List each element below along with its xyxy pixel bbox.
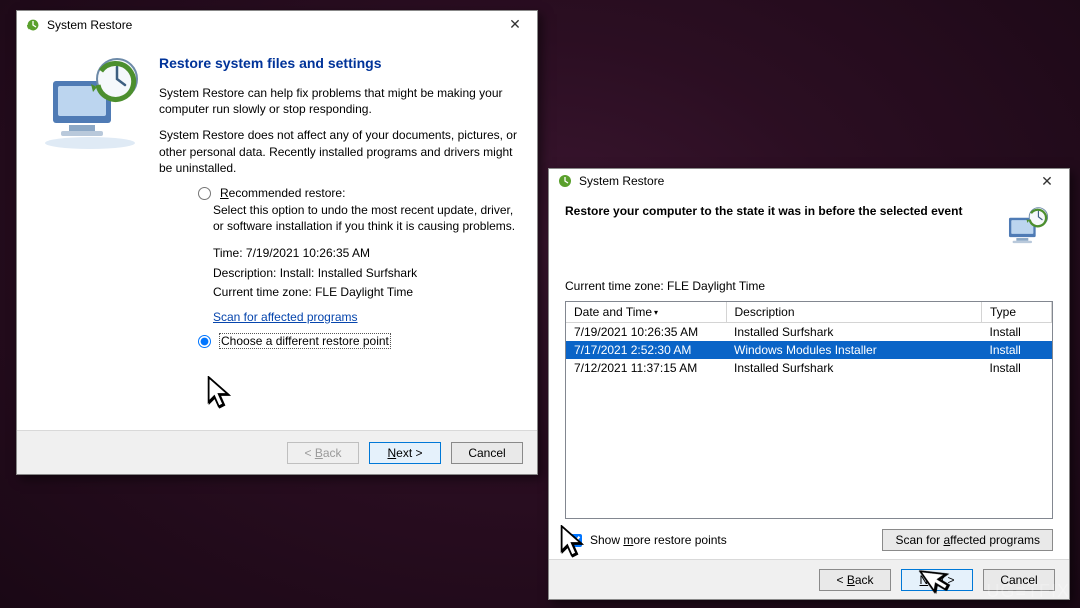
- recommended-restore-desc: Select this option to undo the most rece…: [213, 202, 519, 234]
- table-row[interactable]: 7/17/2021 2:52:30 AMWindows Modules Inst…: [566, 341, 1052, 359]
- info-time-value: 7/19/2021 10:26:35 AM: [246, 246, 370, 260]
- restore-list-heading: Restore your computer to the state it wa…: [565, 204, 989, 218]
- cell-desc: Installed Surfshark: [726, 359, 982, 377]
- watermark: UG≡TFIX: [987, 581, 1071, 602]
- cell-type: Install: [982, 359, 1052, 377]
- col-date[interactable]: Date and Time▾: [566, 302, 726, 323]
- recommended-restore-radio[interactable]: [198, 187, 211, 200]
- back-button[interactable]: < Back: [819, 569, 891, 591]
- window-title: System Restore: [579, 174, 1029, 188]
- wizard-body: Restore system files and settings System…: [17, 39, 537, 430]
- close-button[interactable]: ✕: [497, 13, 533, 37]
- system-restore-icon: [557, 173, 573, 189]
- wizard-button-row: < Back Next > Cancel: [17, 430, 537, 474]
- close-button[interactable]: ✕: [1029, 169, 1065, 193]
- cell-dt: 7/17/2021 2:52:30 AM: [566, 341, 726, 359]
- cell-type: Install: [982, 341, 1052, 359]
- titlebar[interactable]: System Restore ✕: [549, 169, 1069, 194]
- info-desc-value: Install: Installed Surfshark: [280, 266, 417, 280]
- cancel-button[interactable]: Cancel: [451, 442, 523, 464]
- col-desc[interactable]: Description: [726, 302, 982, 323]
- info-time-label: Time:: [213, 246, 243, 260]
- scan-affected-button[interactable]: Scan for affected programs: [882, 529, 1053, 551]
- info-tz-value: FLE Daylight Time: [315, 285, 413, 299]
- show-more-checkbox[interactable]: [569, 534, 582, 547]
- show-more-restore-points[interactable]: Show more restore points: [565, 531, 727, 550]
- next-button[interactable]: Next >: [369, 442, 441, 464]
- cell-desc: Installed Surfshark: [726, 323, 982, 342]
- wizard-heading: Restore system files and settings: [159, 55, 519, 71]
- cell-type: Install: [982, 323, 1052, 342]
- recommended-restore-option[interactable]: RRecommended restore:ecommended restore:: [193, 186, 519, 200]
- sort-desc-icon: ▾: [654, 308, 658, 317]
- next-button[interactable]: Next >: [901, 569, 973, 591]
- choose-different-radio[interactable]: [198, 335, 211, 348]
- restore-point-list-window: System Restore ✕ Restore your computer t…: [548, 168, 1070, 600]
- table-row[interactable]: 7/19/2021 10:26:35 AMInstalled Surfshark…: [566, 323, 1052, 342]
- restore-hero-icon: [35, 51, 145, 350]
- cell-dt: 7/19/2021 10:26:35 AM: [566, 323, 726, 342]
- wizard-intro-1: System Restore can help fix problems tha…: [159, 85, 519, 117]
- info-desc-label: Description:: [213, 266, 276, 280]
- table-row[interactable]: 7/12/2021 11:37:15 AMInstalled Surfshark…: [566, 359, 1052, 377]
- recommended-restore-label: RRecommended restore:ecommended restore:: [220, 186, 345, 200]
- restore-list-body: Restore your computer to the state it wa…: [549, 194, 1069, 559]
- choose-different-label: Choose a different restore point: [220, 334, 390, 348]
- window-title: System Restore: [47, 18, 497, 32]
- system-restore-wizard-window: System Restore ✕ Restore system files: [16, 10, 538, 475]
- wizard-text-column: Restore system files and settings System…: [159, 51, 519, 350]
- scan-affected-link[interactable]: Scan for affected programs: [213, 310, 358, 324]
- restore-info: Time: 7/19/2021 10:26:35 AM Description:…: [213, 244, 519, 302]
- info-tz-label: Current time zone:: [213, 285, 312, 299]
- cell-desc: Windows Modules Installer: [726, 341, 982, 359]
- timezone-line: Current time zone: FLE Daylight Time: [565, 279, 1053, 293]
- restore-points-table[interactable]: Date and Time▾ Description Type 7/19/202…: [565, 301, 1053, 519]
- choose-different-option[interactable]: Choose a different restore point: [193, 334, 519, 348]
- system-restore-icon: [25, 17, 41, 33]
- back-button: < Back: [287, 442, 359, 464]
- cell-dt: 7/12/2021 11:37:15 AM: [566, 359, 726, 377]
- restore-list-header: Restore your computer to the state it wa…: [565, 204, 1053, 253]
- wizard-intro-2: System Restore does not affect any of yo…: [159, 127, 519, 176]
- titlebar[interactable]: System Restore ✕: [17, 11, 537, 39]
- col-type[interactable]: Type: [982, 302, 1052, 323]
- restore-hero-icon-small: [999, 204, 1053, 253]
